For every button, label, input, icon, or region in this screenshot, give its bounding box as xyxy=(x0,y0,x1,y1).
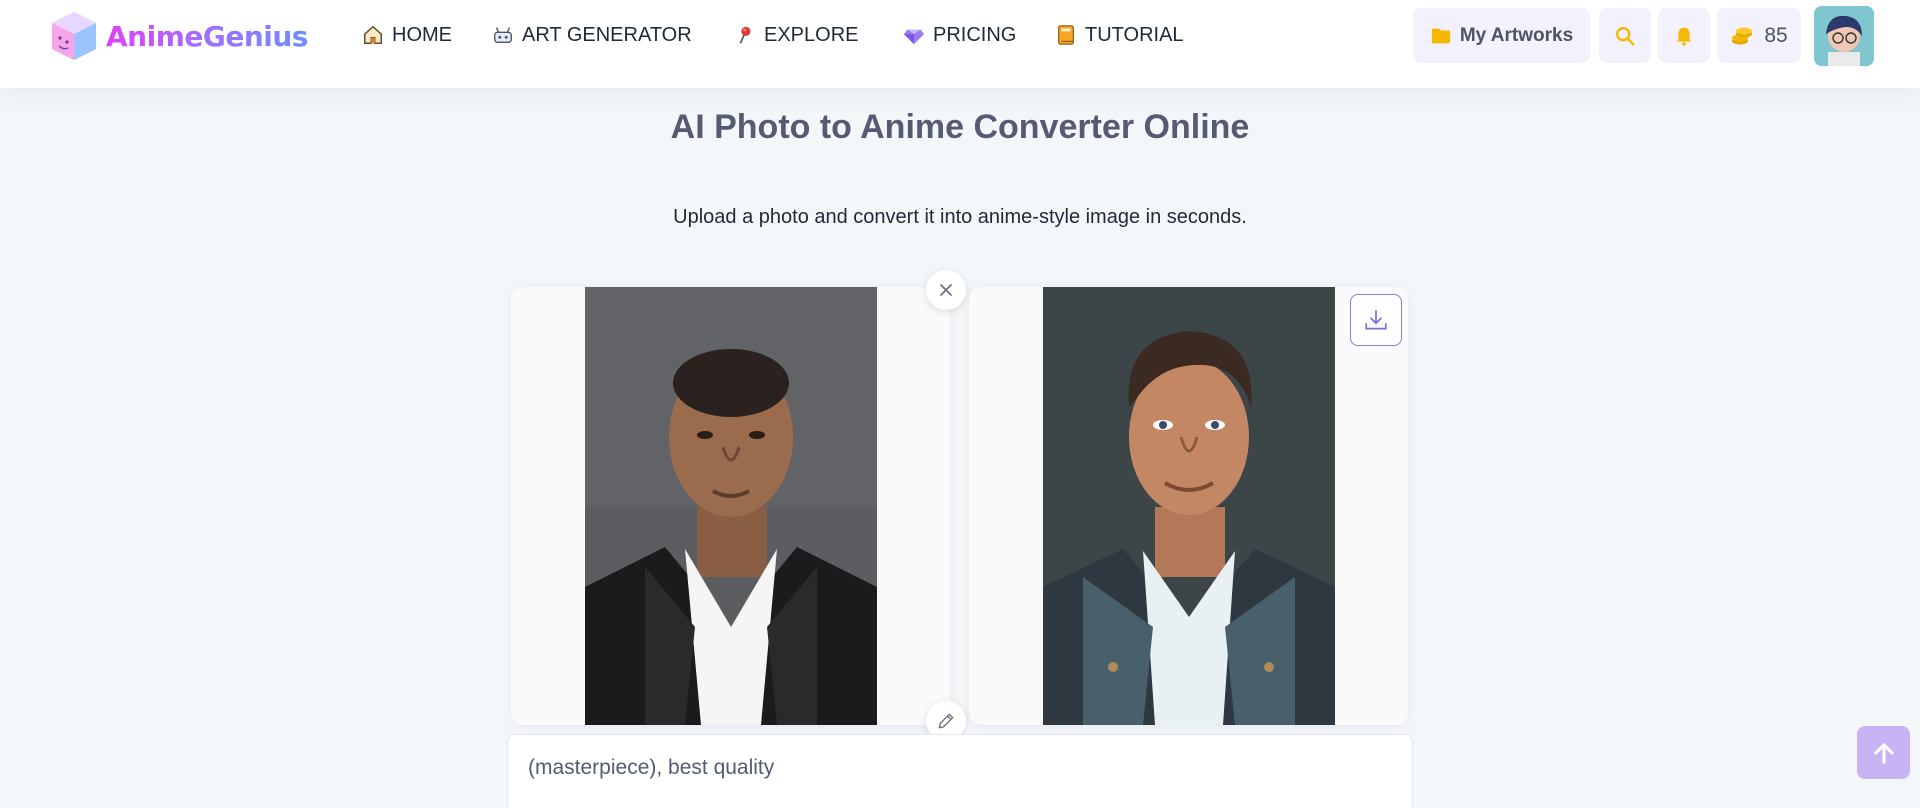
notifications-button[interactable] xyxy=(1658,8,1710,63)
bell-icon xyxy=(1676,27,1692,46)
nav-home-label: HOME xyxy=(392,23,452,46)
nav-explore[interactable]: EXPLORE xyxy=(734,0,858,70)
coins-icon xyxy=(1732,27,1753,44)
arrow-up-icon xyxy=(1873,742,1894,764)
nav-art-generator[interactable]: ART GENERATOR xyxy=(492,0,692,70)
search-button[interactable] xyxy=(1599,8,1651,63)
search-icon xyxy=(1616,26,1635,46)
home-icon xyxy=(364,25,382,44)
robot-icon xyxy=(494,27,512,44)
avatar-image xyxy=(1814,6,1874,66)
anime-result-image xyxy=(1043,287,1335,725)
credits-count: 85 xyxy=(1764,23,1788,47)
original-photo xyxy=(585,287,877,725)
anime-result-panel xyxy=(969,287,1408,725)
my-artworks-button[interactable]: My Artworks xyxy=(1413,8,1590,63)
original-photo-panel xyxy=(511,287,950,725)
page-subtitle: Upload a photo and convert it into anime… xyxy=(673,206,1247,228)
pencil-icon xyxy=(938,713,954,729)
close-icon xyxy=(940,284,952,296)
nav-explore-label: EXPLORE xyxy=(764,23,859,46)
nav-pricing-label: PRICING xyxy=(933,23,1017,46)
nav-home[interactable]: HOME xyxy=(362,0,452,70)
remove-image-button[interactable] xyxy=(926,270,966,310)
brand-name: AnimeGenius xyxy=(106,19,308,53)
book-icon xyxy=(1058,25,1074,45)
back-to-top-button[interactable] xyxy=(1857,726,1910,779)
nav-tutorial-label: TUTORIAL xyxy=(1085,23,1184,46)
nav-tutorial[interactable]: TUTORIAL xyxy=(1055,0,1184,70)
my-artworks-label: My Artworks xyxy=(1459,24,1574,46)
diamond-icon xyxy=(903,29,925,45)
brand-logo[interactable]: AnimeGenius xyxy=(46,6,308,66)
folder-icon xyxy=(1431,28,1450,43)
cube-logo-icon xyxy=(52,12,96,60)
download-button[interactable] xyxy=(1350,294,1402,346)
user-avatar[interactable] xyxy=(1814,6,1874,66)
nav-art-generator-label: ART GENERATOR xyxy=(522,23,692,46)
page-title: AI Photo to Anime Converter Online xyxy=(670,108,1250,146)
pin-icon xyxy=(739,26,751,44)
prompt-input[interactable]: (masterpiece), best quality xyxy=(507,734,1413,808)
credits-button[interactable]: 85 xyxy=(1717,8,1801,63)
top-header: AnimeGenius HOME ART GENERATOR EXPLORE P… xyxy=(0,0,1920,88)
download-icon xyxy=(1365,310,1387,330)
nav-pricing[interactable]: PRICING xyxy=(903,0,1016,70)
